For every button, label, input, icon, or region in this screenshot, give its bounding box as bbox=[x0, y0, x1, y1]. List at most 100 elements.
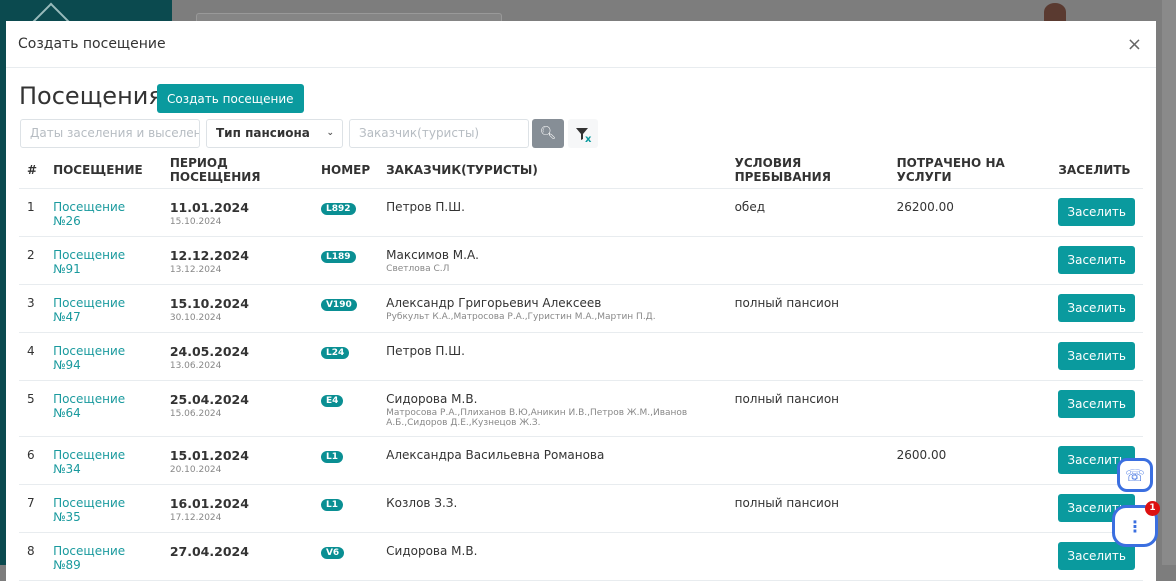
room-badge: L189 bbox=[320, 250, 356, 263]
room-badge: L1 bbox=[320, 498, 343, 511]
table-row: 3 Посещение №47 15.10.2024 30.10.2024 V19… bbox=[19, 284, 1143, 333]
customer-name: Петров П.Ш. bbox=[386, 199, 465, 214]
create-visit-button[interactable]: Создать посещение bbox=[157, 84, 304, 113]
column-header: УСЛОВИЯ ПРЕБЫВАНИЯ bbox=[726, 152, 889, 189]
svg-text:x: x bbox=[585, 134, 592, 145]
search-icon: 🔍︎ bbox=[539, 126, 557, 141]
search-button[interactable]: 🔍︎ bbox=[532, 119, 564, 148]
tourists-list: Матросова Р.А.,Плиханов В.Ю,Аникин И.В.,… bbox=[386, 407, 688, 428]
date-from: 16.01.2024 bbox=[169, 495, 249, 511]
room-badge: L892 bbox=[320, 202, 356, 215]
visit-link[interactable]: Посещение №64 bbox=[53, 392, 125, 420]
column-header: ПОТРАЧЕНО НА УСЛУГИ bbox=[888, 152, 1051, 189]
date-to: 13.12.2024 bbox=[169, 264, 222, 275]
table-row: 2 Посещение №91 12.12.2024 13.12.2024 L18… bbox=[19, 236, 1143, 285]
conditions: полный пансион bbox=[734, 295, 840, 310]
row-number: 8 bbox=[27, 543, 35, 558]
row-number: 5 bbox=[27, 391, 35, 406]
settle-button[interactable]: Заселить bbox=[1058, 389, 1135, 418]
phone-icon: ☏ bbox=[1124, 465, 1145, 485]
chat-icon: ⋮ bbox=[1127, 516, 1143, 536]
settle-button[interactable]: Заселить bbox=[1058, 341, 1135, 370]
visit-link[interactable]: Посещение №26 bbox=[53, 200, 125, 228]
date-to: 17.12.2024 bbox=[169, 512, 222, 523]
visit-link[interactable]: Посещение №94 bbox=[53, 344, 125, 372]
page-title: Посещения bbox=[19, 82, 163, 110]
customer-name: Александра Васильевна Романова bbox=[386, 447, 605, 462]
row-number: 1 bbox=[27, 199, 35, 214]
visit-link[interactable]: Посещение №91 bbox=[53, 248, 125, 276]
room-badge: L24 bbox=[320, 346, 350, 359]
room-badge: E4 bbox=[320, 394, 344, 407]
visit-link[interactable]: Посещение №47 bbox=[53, 296, 125, 324]
table-row: 8 Посещение №89 27.04.2024 V6 Сидорова М… bbox=[19, 532, 1143, 581]
chevron-down-icon: ⌄ bbox=[326, 128, 334, 138]
tourists-list: Светлова С.Л bbox=[386, 263, 450, 274]
column-header: НОМЕР bbox=[312, 152, 379, 189]
dates-input[interactable]: Даты заселения и выселения bbox=[20, 119, 200, 148]
settle-button[interactable]: Заселить bbox=[1058, 197, 1135, 226]
customer-name: Сидорова М.В. bbox=[386, 543, 478, 558]
chat-badge: 1 bbox=[1145, 501, 1160, 516]
modal-title: Создать посещение bbox=[18, 36, 166, 52]
date-from: 11.01.2024 bbox=[169, 199, 249, 215]
date-to: 15.10.2024 bbox=[169, 216, 222, 227]
date-to: 30.10.2024 bbox=[169, 312, 222, 323]
tourists-list: Рубкульт К.А.,Матросова Р.А.,Гуристин М.… bbox=[386, 311, 656, 322]
row-number: 2 bbox=[27, 247, 35, 262]
customer-input[interactable]: Заказчик(туристы) bbox=[349, 119, 529, 148]
room-badge: L1 bbox=[320, 450, 343, 463]
row-number: 4 bbox=[27, 343, 35, 358]
filter-clear-icon: x bbox=[576, 128, 592, 145]
customer-name: Козлов З.З. bbox=[386, 495, 458, 510]
date-from: 24.05.2024 bbox=[169, 343, 249, 359]
page-scrollbar[interactable] bbox=[1162, 0, 1176, 565]
board-type-select[interactable]: Тип пансиона ⌄ bbox=[206, 119, 343, 148]
column-header: # bbox=[19, 152, 46, 189]
date-from: 15.01.2024 bbox=[169, 447, 249, 463]
date-from: 15.10.2024 bbox=[169, 295, 249, 311]
clear-filter-button[interactable]: x bbox=[568, 119, 598, 148]
call-button[interactable]: ☏ bbox=[1117, 458, 1153, 492]
spent-amount: 2600.00 bbox=[896, 447, 947, 462]
date-to: 15.06.2024 bbox=[169, 408, 222, 419]
table-row: 7 Посещение №35 16.01.2024 17.12.2024 L1 … bbox=[19, 484, 1143, 533]
column-header: ПОСЕЩЕНИЕ bbox=[45, 152, 162, 189]
customer-name: Петров П.Ш. bbox=[386, 343, 465, 358]
visit-link[interactable]: Посещение №89 bbox=[53, 544, 125, 572]
spent-amount: 26200.00 bbox=[896, 199, 954, 214]
customer-name: Сидорова М.В. bbox=[386, 391, 478, 406]
row-number: 7 bbox=[27, 495, 35, 510]
customer-name: Максимов М.А. bbox=[386, 247, 479, 262]
row-number: 3 bbox=[27, 295, 35, 310]
visit-link[interactable]: Посещение №34 bbox=[53, 448, 125, 476]
date-from: 27.04.2024 bbox=[169, 543, 249, 559]
date-from: 12.12.2024 bbox=[169, 247, 249, 263]
visits-table: # ПОСЕЩЕНИЕ ПЕРИОД ПОСЕЩЕНИЯ НОМЕР ЗАКАЗЧИК(… bbox=[19, 152, 1143, 581]
settle-button[interactable]: Заселить bbox=[1058, 293, 1135, 322]
table-row: 1 Посещение №26 11.01.2024 15.10.2024 L89… bbox=[19, 188, 1143, 237]
modal-header: Создать посещение × bbox=[6, 21, 1156, 68]
close-icon[interactable]: × bbox=[1127, 34, 1142, 55]
column-header: ПЕРИОД ПОСЕЩЕНИЯ bbox=[161, 152, 313, 189]
avatar[interactable] bbox=[1044, 3, 1066, 21]
board-type-value: Тип пансиона bbox=[216, 126, 310, 140]
conditions: обед bbox=[734, 199, 766, 214]
customer-name: Александр Григорьевич Алексеев bbox=[386, 295, 602, 310]
conditions: полный пансион bbox=[734, 495, 840, 510]
date-to: 20.10.2024 bbox=[169, 464, 222, 475]
visit-link[interactable]: Посещение №35 bbox=[53, 496, 125, 524]
create-visit-modal: Создать посещение × Посещения Создать по… bbox=[6, 21, 1156, 581]
table-row: 4 Посещение №94 24.05.2024 13.06.2024 L24… bbox=[19, 332, 1143, 381]
table-row: 5 Посещение №64 25.04.2024 15.06.2024 E4 … bbox=[19, 380, 1143, 437]
settle-button[interactable]: Заселить bbox=[1058, 245, 1135, 274]
room-badge: V6 bbox=[320, 546, 345, 559]
date-from: 25.04.2024 bbox=[169, 391, 249, 407]
conditions: полный пансион bbox=[734, 391, 840, 406]
room-badge: V190 bbox=[320, 298, 357, 311]
column-header: ЗАСЕЛИТЬ bbox=[1050, 152, 1143, 189]
table-row: 6 Посещение №34 15.01.2024 20.10.2024 L1 … bbox=[19, 436, 1143, 485]
date-to: 13.06.2024 bbox=[169, 360, 222, 371]
row-number: 6 bbox=[27, 447, 35, 462]
column-header: ЗАКАЗЧИК(ТУРИСТЫ) bbox=[378, 152, 727, 189]
